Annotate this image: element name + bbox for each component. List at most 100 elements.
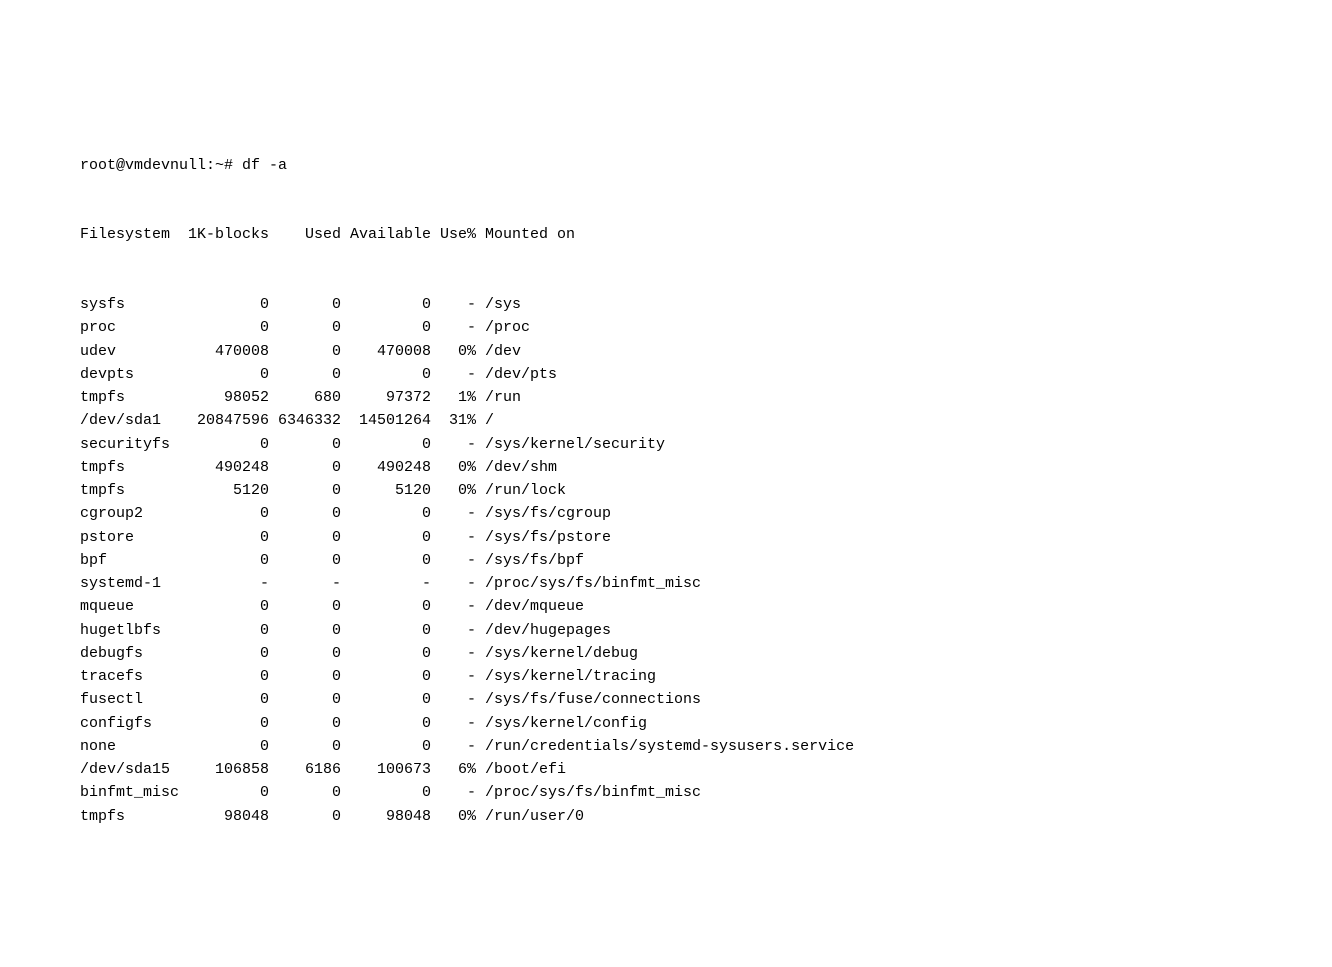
cell-filesystem: tracefs	[80, 665, 179, 688]
cell-filesystem: binfmt_misc	[80, 781, 179, 804]
df-row: devpts000-/dev/pts	[80, 363, 1332, 386]
cell-mounted-on: /boot/efi	[476, 758, 566, 781]
cell-used: 0	[269, 456, 341, 479]
cell-filesystem: /dev/sda1	[80, 409, 179, 432]
cell-used: 0	[269, 781, 341, 804]
df-row: debugfs000-/sys/kernel/debug	[80, 642, 1332, 665]
cell-use-pct: -	[431, 619, 476, 642]
cell-mounted-on: /dev/mqueue	[476, 595, 584, 618]
cell-blocks: 0	[179, 549, 269, 572]
cell-filesystem: sysfs	[80, 293, 179, 316]
cell-used: 6346332	[269, 409, 341, 432]
cell-filesystem: configfs	[80, 712, 179, 735]
cell-blocks: 0	[179, 642, 269, 665]
cell-available: 0	[341, 433, 431, 456]
cell-mounted-on: /sys/kernel/debug	[476, 642, 638, 665]
cell-available: 100673	[341, 758, 431, 781]
cell-blocks: 0	[179, 363, 269, 386]
df-row: configfs000-/sys/kernel/config	[80, 712, 1332, 735]
cell-available: 0	[341, 619, 431, 642]
cell-blocks: 106858	[179, 758, 269, 781]
cell-blocks: 470008	[179, 340, 269, 363]
cell-used: 0	[269, 735, 341, 758]
cell-available: -	[341, 572, 431, 595]
cell-blocks: 0	[179, 433, 269, 456]
cell-blocks: 0	[179, 293, 269, 316]
cell-used: 0	[269, 805, 341, 828]
cell-used: 0	[269, 619, 341, 642]
cell-blocks: 98048	[179, 805, 269, 828]
cell-available: 0	[341, 595, 431, 618]
cell-use-pct: -	[431, 595, 476, 618]
cell-mounted-on: /proc	[476, 316, 530, 339]
cell-available: 0	[341, 735, 431, 758]
cell-used: 0	[269, 712, 341, 735]
cell-blocks: 0	[179, 688, 269, 711]
cell-use-pct: 0%	[431, 340, 476, 363]
cell-available: 490248	[341, 456, 431, 479]
df-row: tmpfs5120051200%/run/lock	[80, 479, 1332, 502]
cell-use-pct: 31%	[431, 409, 476, 432]
cell-filesystem: bpf	[80, 549, 179, 572]
cell-mounted-on: /sys/fs/pstore	[476, 526, 611, 549]
col-filesystem: Filesystem	[80, 223, 179, 246]
cell-use-pct: -	[431, 549, 476, 572]
cell-use-pct: 6%	[431, 758, 476, 781]
cell-available: 0	[341, 642, 431, 665]
col-mounted-on: Mounted on	[476, 223, 575, 246]
cell-mounted-on: /sys	[476, 293, 521, 316]
cell-use-pct: 0%	[431, 479, 476, 502]
cell-use-pct: -	[431, 316, 476, 339]
col-blocks: 1K-blocks	[179, 223, 269, 246]
cell-available: 0	[341, 665, 431, 688]
cell-mounted-on: /run	[476, 386, 521, 409]
df-row: bpf000-/sys/fs/bpf	[80, 549, 1332, 572]
cell-use-pct: 1%	[431, 386, 476, 409]
df-row: /dev/sda1510685861861006736%/boot/efi	[80, 758, 1332, 781]
cell-mounted-on: /run/credentials/systemd-sysusers.servic…	[476, 735, 854, 758]
cell-use-pct: 0%	[431, 456, 476, 479]
cell-used: 0	[269, 316, 341, 339]
cell-blocks: 0	[179, 502, 269, 525]
cell-available: 0	[341, 293, 431, 316]
col-used: Used	[269, 223, 341, 246]
cell-use-pct: -	[431, 293, 476, 316]
df-row: mqueue000-/dev/mqueue	[80, 595, 1332, 618]
cell-mounted-on: /dev	[476, 340, 521, 363]
cell-mounted-on: /sys/fs/fuse/connections	[476, 688, 701, 711]
cell-used: 0	[269, 526, 341, 549]
cell-mounted-on: /sys/fs/cgroup	[476, 502, 611, 525]
df-row: binfmt_misc000-/proc/sys/fs/binfmt_misc	[80, 781, 1332, 804]
df-row: systemd-1----/proc/sys/fs/binfmt_misc	[80, 572, 1332, 595]
cell-used: 0	[269, 293, 341, 316]
cell-available: 0	[341, 502, 431, 525]
cell-used: 0	[269, 363, 341, 386]
cell-blocks: 0	[179, 781, 269, 804]
cell-blocks: 98052	[179, 386, 269, 409]
cell-use-pct: -	[431, 781, 476, 804]
cell-blocks: 0	[179, 735, 269, 758]
cell-filesystem: securityfs	[80, 433, 179, 456]
cell-use-pct: -	[431, 665, 476, 688]
df-row: tmpfs98052680973721%/run	[80, 386, 1332, 409]
cell-blocks: 490248	[179, 456, 269, 479]
cell-mounted-on: /dev/hugepages	[476, 619, 611, 642]
col-available: Available	[341, 223, 431, 246]
cell-used: 0	[269, 642, 341, 665]
cell-use-pct: -	[431, 735, 476, 758]
cell-filesystem: pstore	[80, 526, 179, 549]
cell-available: 5120	[341, 479, 431, 502]
cell-filesystem: systemd-1	[80, 572, 179, 595]
cell-use-pct: -	[431, 363, 476, 386]
cell-used: 0	[269, 688, 341, 711]
cell-use-pct: -	[431, 712, 476, 735]
prompt-line: root@vmdevnull:~# df -a	[80, 154, 1332, 177]
df-row: hugetlbfs000-/dev/hugepages	[80, 619, 1332, 642]
df-row: cgroup2000-/sys/fs/cgroup	[80, 502, 1332, 525]
cell-filesystem: cgroup2	[80, 502, 179, 525]
cell-available: 0	[341, 363, 431, 386]
cell-filesystem: tmpfs	[80, 456, 179, 479]
cell-mounted-on: /sys/kernel/security	[476, 433, 665, 456]
cell-available: 14501264	[341, 409, 431, 432]
cell-used: 0	[269, 665, 341, 688]
